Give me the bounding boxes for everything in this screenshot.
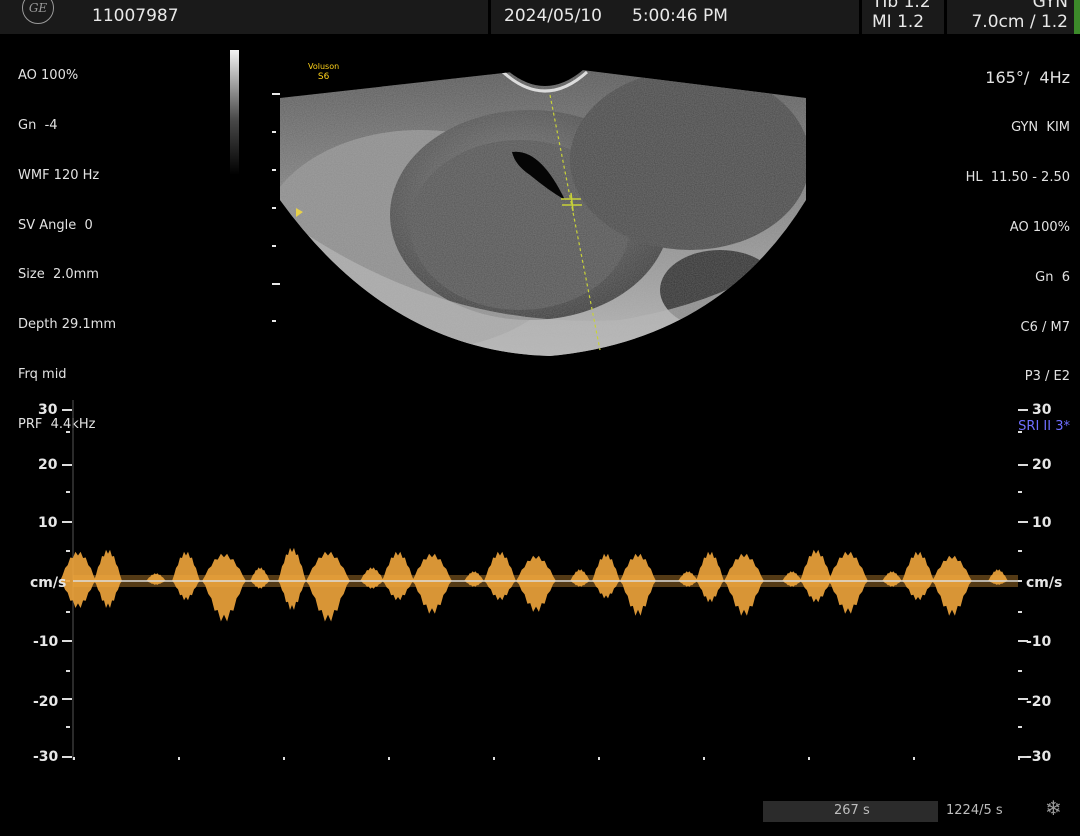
scale-tick-right [1018, 521, 1028, 523]
scale-tick-left [62, 521, 72, 523]
cine-frames: 1224/5 s [946, 803, 1003, 818]
scale-tick-left [66, 726, 70, 728]
time-tick [703, 757, 705, 760]
time-tick [178, 757, 180, 760]
scale-tick-left [62, 640, 72, 642]
scale-right-minus20: -20 [1026, 694, 1052, 710]
scale-tick-right [1018, 670, 1022, 672]
scale-tick-left [66, 491, 70, 493]
time-tick [73, 757, 75, 760]
scale-tick-left [66, 611, 70, 613]
scale-left-minus30: -30 [33, 749, 59, 765]
time-tick [493, 757, 495, 760]
doppler-spectrum[interactable] [0, 390, 1080, 775]
scale-right-30: 30 [1032, 402, 1052, 418]
scale-tick-left [66, 431, 70, 433]
time-tick [283, 757, 285, 760]
scale-tick-right [1018, 409, 1028, 411]
scale-tick-left [62, 698, 72, 700]
time-tick [388, 757, 390, 760]
scale-tick-right [1018, 431, 1022, 433]
unit-left: cm/s [30, 575, 67, 591]
time-tick [1018, 757, 1020, 760]
scale-right-20: 20 [1032, 457, 1052, 473]
scale-tick-right [1018, 611, 1022, 613]
scale-left-30: 30 [38, 402, 58, 418]
scale-tick-right [1018, 550, 1022, 552]
scale-left-minus10: -10 [33, 634, 59, 650]
scale-tick-left [66, 550, 70, 552]
scale-left-10: 10 [38, 515, 58, 531]
sector-scan [280, 70, 806, 356]
scale-tick-right [1018, 726, 1022, 728]
spectrum-envelope [202, 553, 246, 622]
scale-left-20: 20 [38, 457, 58, 473]
scale-left-minus20: -20 [33, 694, 59, 710]
time-tick [913, 757, 915, 760]
scale-tick-left [62, 464, 72, 466]
scale-right-10: 10 [1032, 515, 1052, 531]
depth-scale [272, 93, 280, 322]
unit-right: cm/s [1026, 575, 1063, 591]
scale-tick-left [62, 409, 72, 411]
time-tick [598, 757, 600, 760]
snowflake-icon[interactable]: ❄ [1045, 796, 1062, 820]
scale-tick-right [1018, 580, 1022, 582]
scale-tick-right [1018, 464, 1028, 466]
time-tick [808, 757, 810, 760]
scale-tick-left [62, 756, 72, 758]
scale-tick-right [1018, 491, 1022, 493]
cine-duration: 267 s [834, 803, 870, 818]
scale-right-minus10: -10 [1026, 634, 1052, 650]
scale-right-minus30: -30 [1026, 749, 1052, 765]
scale-tick-left [66, 670, 70, 672]
